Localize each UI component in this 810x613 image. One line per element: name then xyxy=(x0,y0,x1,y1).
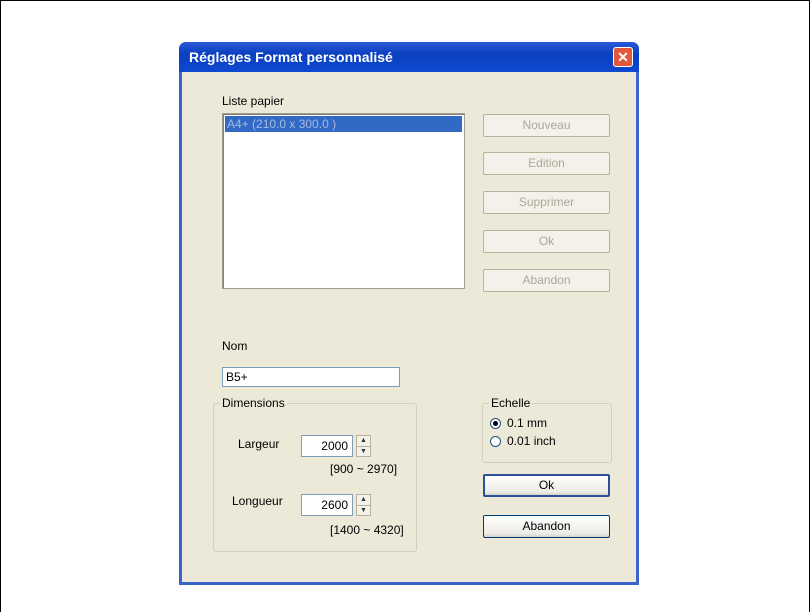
list-cancel-button[interactable]: Abandon xyxy=(483,269,610,292)
list-item[interactable]: A4+ (210.0 x 300.0 ) xyxy=(225,116,462,132)
width-stepper[interactable]: ▲ ▼ xyxy=(356,435,371,457)
close-icon[interactable]: ✕ xyxy=(613,47,633,67)
custom-format-dialog: Réglages Format personnalisé ✕ Liste pap… xyxy=(179,42,639,585)
dialog-body: Liste papier A4+ (210.0 x 300.0 ) Nouvea… xyxy=(182,72,636,582)
edit-button[interactable]: Edition xyxy=(483,152,610,175)
radio-mm-label[interactable]: 0.1 mm xyxy=(507,416,547,430)
dialog-title: Réglages Format personnalisé xyxy=(189,49,393,65)
dimensions-title: Dimensions xyxy=(220,396,287,410)
radio-inch-label[interactable]: 0.01 inch xyxy=(507,434,556,448)
spin-down-icon[interactable]: ▼ xyxy=(357,447,370,457)
length-stepper[interactable]: ▲ ▼ xyxy=(356,494,371,516)
paper-list-label: Liste papier xyxy=(222,94,285,108)
spin-down-icon[interactable]: ▼ xyxy=(357,506,370,516)
radio-mm[interactable] xyxy=(490,418,501,429)
name-field[interactable]: B5+ xyxy=(222,367,400,387)
paper-list[interactable]: A4+ (210.0 x 300.0 ) xyxy=(222,113,465,289)
spin-up-icon[interactable]: ▲ xyxy=(357,436,370,447)
scale-group: Echelle 0.1 mm 0.01 inch xyxy=(482,396,612,463)
spin-up-icon[interactable]: ▲ xyxy=(357,495,370,506)
scale-title: Echelle xyxy=(489,396,533,410)
length-range: [1400 ~ 4320] xyxy=(330,523,404,537)
radio-inch[interactable] xyxy=(490,436,501,447)
dimensions-group: Dimensions Largeur 2000 ▲ ▼ [900 ~ 2970]… xyxy=(213,396,417,552)
delete-button[interactable]: Supprimer xyxy=(483,191,610,214)
width-range: [900 ~ 2970] xyxy=(330,462,398,476)
title-bar[interactable]: Réglages Format personnalisé ✕ xyxy=(179,42,639,72)
name-label: Nom xyxy=(222,339,248,353)
width-input[interactable]: 2000 xyxy=(301,435,353,457)
new-button[interactable]: Nouveau xyxy=(483,114,610,137)
cancel-button[interactable]: Abandon xyxy=(483,515,610,538)
ok-button[interactable]: Ok xyxy=(483,474,610,497)
list-ok-button[interactable]: Ok xyxy=(483,230,610,253)
length-input[interactable]: 2600 xyxy=(301,494,353,516)
width-label: Largeur xyxy=(238,437,280,451)
length-label: Longueur xyxy=(232,494,283,508)
